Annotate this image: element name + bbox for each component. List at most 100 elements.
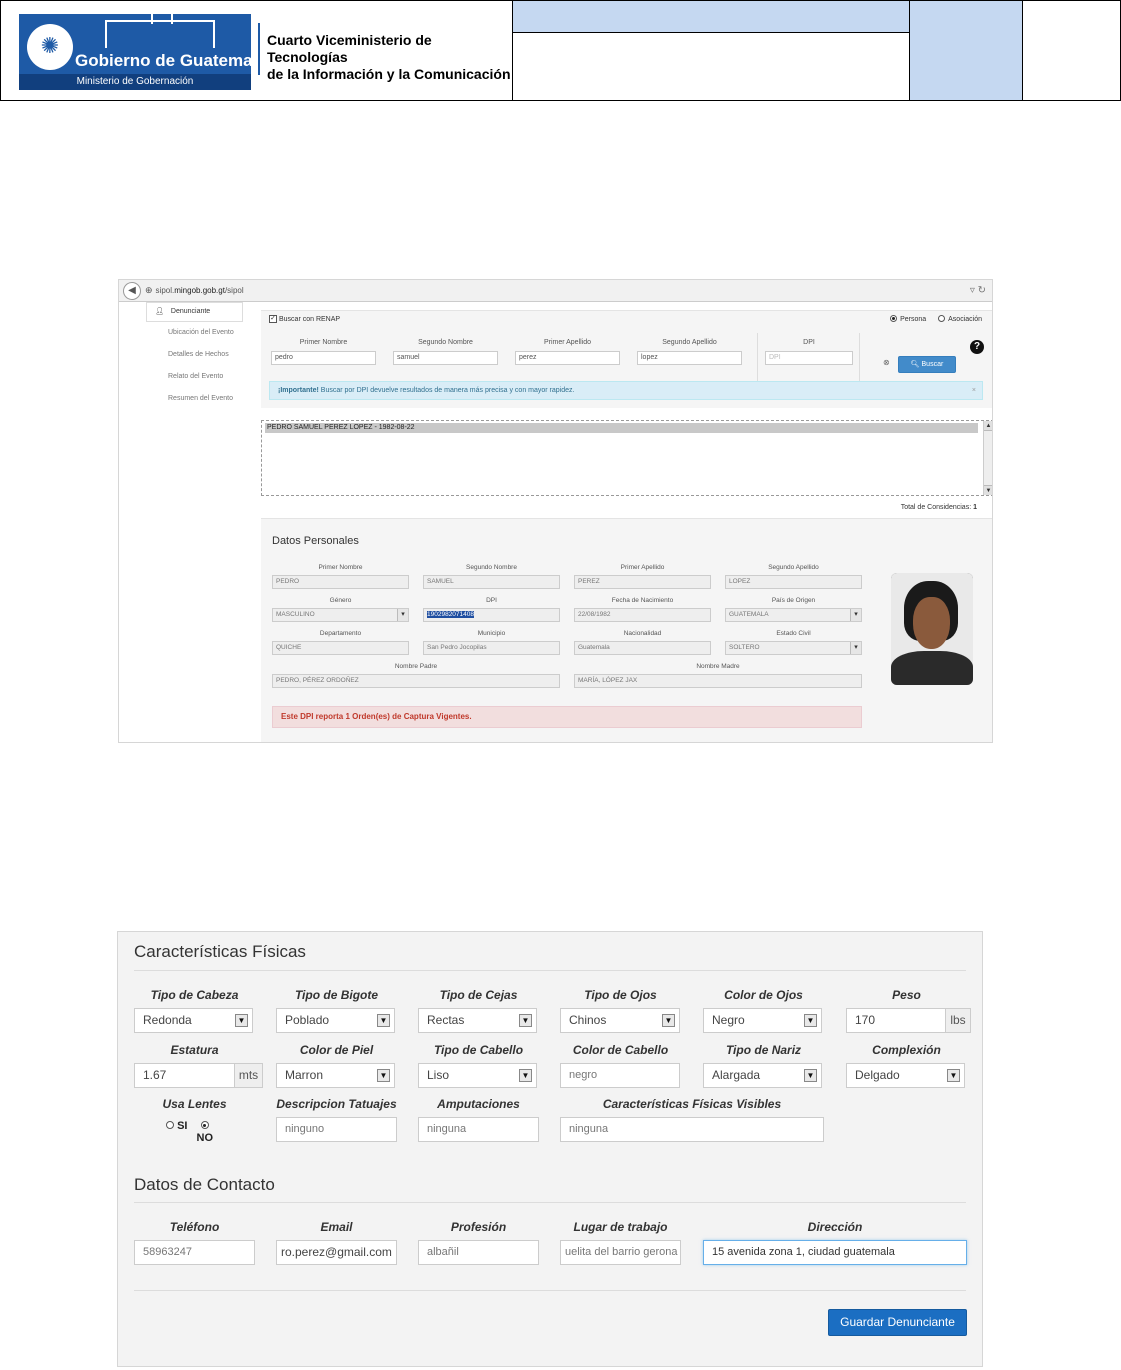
alert-strong: ¡Importante! — [278, 387, 319, 394]
tipo-cabeza-select[interactable]: Redonda ▼ — [134, 1008, 253, 1033]
profesion-input[interactable]: albañil — [418, 1240, 539, 1265]
results-list[interactable]: PEDRO SAMUEL PEREZ LOPEZ - 1982-08-22 ▲ … — [261, 420, 992, 496]
sidebar-item-relato[interactable]: Relato del Evento — [146, 366, 243, 388]
pais-origen-select[interactable]: GUATEMALA — [725, 608, 862, 622]
field-label: Primer Apellido — [620, 564, 665, 571]
section-title-fisicas: Características Físicas — [134, 942, 306, 961]
renap-checkbox[interactable]: ✓ — [269, 315, 277, 323]
user-icon: 👤︎ — [155, 308, 164, 315]
label-tipo-cabeza: Tipo de Cabeza — [150, 988, 239, 1002]
tatuajes-input[interactable]: ninguno — [276, 1117, 397, 1142]
search-dpi: DPI DPI — [765, 339, 853, 365]
nombre-padre-field[interactable]: PEDRO, PÉREZ ORDOÑEZ — [272, 674, 560, 688]
search-panel: ✓ Buscar con RENAP Persona Asociación Pr… — [261, 310, 992, 408]
label-peso: Peso — [892, 988, 921, 1002]
color-piel-select[interactable]: Marron ▼ — [276, 1063, 395, 1088]
tipo-cejas-select[interactable]: Rectas ▼ — [418, 1008, 537, 1033]
radio-no[interactable]: NO — [197, 1120, 213, 1144]
chevron-down-icon: ▼ — [947, 1069, 960, 1082]
info-alert: ¡Importante! Buscar por DPI devuelve res… — [269, 381, 983, 400]
direccion-input[interactable]: 15 avenida zona 1, ciudad guatemala — [703, 1240, 967, 1265]
tipo-nariz-select[interactable]: Alargada ▼ — [703, 1063, 822, 1088]
sidebar-item-ubicacion[interactable]: Ubicación del Evento — [146, 322, 243, 344]
total-matches: Total de Considencias: 1 — [900, 504, 977, 511]
color-ojos-select[interactable]: Negro ▼ — [703, 1008, 822, 1033]
dp-dpi: DPI 1902982071408 — [423, 597, 560, 622]
label-tipo-ojos: Tipo de Ojos — [584, 988, 657, 1002]
field-label: Nombre Madre — [696, 663, 740, 670]
dpi-field[interactable]: 1902982071408 — [423, 608, 560, 622]
label-caracteristicas-visibles: Características Físicas Visibles — [602, 1097, 782, 1111]
section-title-contacto: Datos de Contacto — [134, 1175, 275, 1194]
segundo-nombre-input[interactable]: samuel — [393, 351, 498, 365]
sidebar-item-resumen[interactable]: Resumen del Evento — [146, 388, 243, 410]
captura-alert: Este DPI reporta 1 Orden(es) de Captura … — [272, 706, 862, 728]
person-type-radios: Persona Asociación — [890, 315, 982, 323]
nacionalidad-field[interactable]: Guatemala — [574, 641, 711, 655]
scroll-up-icon[interactable]: ▲ — [984, 421, 992, 431]
field-label: DPI — [486, 597, 497, 604]
municipio-field[interactable]: San Pedro Jocopilas — [423, 641, 560, 655]
results-scrollbar[interactable]: ▲ ▼ — [983, 421, 992, 495]
fecha-nacimiento-field[interactable]: 22/08/1982 — [574, 608, 711, 622]
segundo-nombre-field[interactable]: SAMUEL — [423, 575, 560, 589]
radio-persona[interactable]: Persona — [890, 315, 926, 323]
palace-icon — [105, 12, 215, 48]
reload-icon[interactable]: ▿ ↻ — [970, 285, 986, 296]
globe-icon: ⊕ — [145, 285, 153, 295]
label-tipo-nariz: Tipo de Nariz — [725, 1043, 802, 1057]
dp-municipio: Municipio San Pedro Jocopilas — [423, 630, 560, 655]
tipo-bigote-select[interactable]: Poblado ▼ — [276, 1008, 395, 1033]
buscar-button[interactable]: 🔍︎ Buscar — [898, 356, 956, 373]
search-segundo-nombre: Segundo Nombre samuel — [393, 339, 498, 365]
departamento-field[interactable]: QUICHE — [272, 641, 409, 655]
dpi-input[interactable]: DPI — [765, 351, 853, 365]
back-arrow-icon[interactable]: ◀ — [123, 281, 141, 300]
segundo-apellido-field[interactable]: LOPEZ — [725, 575, 862, 589]
label-direccion: Dirección — [807, 1220, 863, 1234]
clear-icon[interactable]: ⊗ — [883, 358, 890, 367]
segundo-apellido-input[interactable]: lopez — [637, 351, 742, 365]
sidebar-item-detalles[interactable]: Detalles de Hechos — [146, 344, 243, 366]
estatura-input[interactable]: 1.67 — [134, 1063, 235, 1088]
primer-apellido-input[interactable]: perez — [515, 351, 620, 365]
complexion-select[interactable]: Delgado ▼ — [846, 1063, 965, 1088]
search-segundo-apellido: Segundo Apellido lopez — [637, 339, 742, 365]
lugar-trabajo-input[interactable]: uelita del barrio gerona — [560, 1240, 681, 1265]
dp-nombre-madre: Nombre Madre MARÍA, LÓPEZ JAX — [574, 663, 862, 688]
logo-divider — [258, 23, 260, 75]
email-input[interactable]: ro.perez@gmail.com — [276, 1240, 397, 1265]
amputaciones-input[interactable]: ninguna — [418, 1117, 539, 1142]
radio-si[interactable]: SI — [166, 1120, 187, 1132]
help-icon[interactable]: ? — [970, 340, 984, 354]
list-item[interactable]: PEDRO SAMUEL PEREZ LOPEZ - 1982-08-22 — [265, 423, 978, 433]
peso-input[interactable]: 170 — [846, 1008, 946, 1033]
primer-nombre-input[interactable]: pedro — [271, 351, 376, 365]
tipo-cabello-select[interactable]: Liso ▼ — [418, 1063, 537, 1088]
url-text[interactable]: sipol.mingob.gob.gt/sipol — [156, 286, 244, 295]
estado-civil-select[interactable]: SOLTERO — [725, 641, 862, 655]
renap-checkbox-row[interactable]: ✓ Buscar con RENAP — [269, 315, 340, 323]
scroll-down-icon[interactable]: ▼ — [984, 485, 992, 495]
tipo-ojos-select[interactable]: Chinos ▼ — [560, 1008, 680, 1033]
color-cabello-input[interactable]: negro — [560, 1063, 680, 1088]
label-profesion: Profesión — [450, 1220, 507, 1234]
guardar-denunciante-button[interactable]: Guardar Denunciante — [828, 1309, 967, 1336]
radio-asociacion[interactable]: Asociación — [938, 315, 982, 323]
dp-pais-origen: País de Origen GUATEMALA — [725, 597, 862, 622]
primer-nombre-field[interactable]: PEDRO — [272, 575, 409, 589]
nombre-madre-field[interactable]: MARÍA, LÓPEZ JAX — [574, 674, 862, 688]
header-title-cell — [513, 1, 910, 100]
gobierno-logo: ✺ Gobierno de Guatemala Ministerio de Go… — [19, 12, 267, 90]
close-icon[interactable]: × — [972, 382, 976, 399]
label-email: Email — [320, 1220, 353, 1234]
estatura-unit: mts — [234, 1063, 263, 1088]
dp-primer-nombre: Primer Nombre PEDRO — [272, 564, 409, 589]
org-name: Cuarto Viceministerio de Tecnologías de … — [267, 32, 512, 83]
genero-select[interactable]: MASCULINO — [272, 608, 409, 622]
telefono-input[interactable]: 58963247 — [134, 1240, 255, 1265]
primer-apellido-field[interactable]: PEREZ — [574, 575, 711, 589]
caracteristicas-visibles-input[interactable]: ninguna — [560, 1117, 824, 1142]
label-lugar-trabajo: Lugar de trabajo — [573, 1220, 668, 1234]
sidebar-item-denunciante[interactable]: 👤︎ Denunciante — [146, 302, 243, 322]
